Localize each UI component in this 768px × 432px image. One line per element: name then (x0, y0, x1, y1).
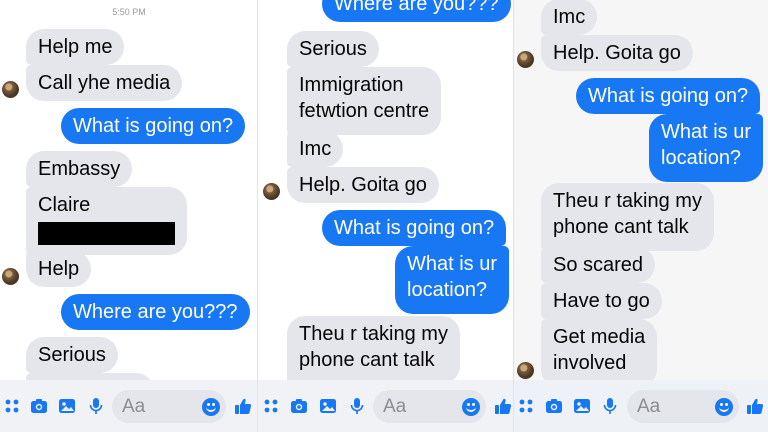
message-incoming[interactable]: Get media involved (541, 319, 658, 387)
message-outgoing[interactable]: What is going on? (61, 108, 246, 144)
message-outgoing[interactable]: Where are you??? (322, 0, 511, 22)
message-text-line: Theu r taking my (299, 323, 448, 345)
emoji-icon[interactable] (202, 398, 220, 416)
gallery-icon[interactable] (319, 397, 337, 415)
apps-icon[interactable] (517, 397, 535, 415)
message-incoming-redacted[interactable]: Claire (26, 187, 187, 255)
microphone-icon[interactable] (348, 397, 366, 415)
contact-avatar[interactable] (2, 81, 19, 98)
message-incoming[interactable]: Theu r taking my phone cant talk (541, 183, 714, 251)
message-incoming[interactable]: Serious (287, 31, 379, 67)
message-composer: Aa (514, 380, 768, 432)
message-input[interactable]: Aa (112, 390, 226, 423)
message-incoming[interactable]: So scared (541, 247, 656, 283)
message-text-line: involved (553, 352, 627, 374)
message-text-line: phone cant talk (299, 349, 435, 371)
message-input[interactable]: Aa (627, 390, 739, 423)
message-composer: Aa (258, 380, 514, 432)
message-text-line: What is ur (407, 253, 498, 275)
contact-avatar[interactable] (2, 268, 19, 285)
camera-icon[interactable] (30, 397, 48, 415)
chat-panel-2: Where are you??? Serious Immigration fet… (258, 0, 514, 432)
message-incoming[interactable]: Help. Goita go (287, 167, 439, 203)
thumbs-up-icon[interactable] (234, 397, 252, 415)
microphone-icon[interactable] (601, 397, 619, 415)
message-incoming[interactable]: Help (26, 251, 92, 287)
message-incoming[interactable]: Embassy (26, 151, 133, 187)
message-input[interactable]: Aa (373, 390, 486, 423)
message-incoming[interactable]: Serious (26, 337, 118, 373)
message-text-line: Get media (553, 326, 646, 348)
message-outgoing[interactable]: What is ur location? (649, 114, 764, 182)
apps-icon[interactable] (262, 397, 280, 415)
message-input-placeholder: Aa (383, 396, 407, 417)
screenshot-collage: 5:50 PM Help me Call yhe media What is g… (0, 0, 768, 432)
message-input-placeholder: Aa (122, 396, 146, 417)
message-incoming[interactable]: Have to go (541, 283, 662, 319)
message-outgoing[interactable]: Where are you??? (61, 294, 250, 330)
message-outgoing[interactable]: What is ur location? (395, 246, 510, 314)
message-text: Claire (38, 194, 91, 216)
apps-icon[interactable] (3, 397, 21, 415)
message-incoming[interactable]: Theu r taking my phone cant talk (287, 316, 460, 384)
gallery-icon[interactable] (58, 397, 76, 415)
message-text-line: location? (407, 279, 488, 301)
message-incoming[interactable]: Help me (26, 29, 125, 65)
contact-avatar[interactable] (517, 51, 534, 68)
chat-panel-3: Imc Help. Goita go What is going on? Wha… (514, 0, 768, 432)
thumbs-up-icon[interactable] (494, 397, 512, 415)
message-incoming[interactable]: Imc (287, 131, 344, 167)
camera-icon[interactable] (290, 397, 308, 415)
timestamp: 5:50 PM (112, 7, 146, 17)
emoji-icon[interactable] (715, 398, 733, 416)
message-incoming[interactable]: Call yhe media (26, 65, 183, 101)
message-text-line: fetwtion centre (299, 100, 430, 122)
message-text-line: phone cant talk (553, 216, 689, 238)
camera-icon[interactable] (545, 397, 563, 415)
message-incoming[interactable]: Immigration fetwtion centre (287, 67, 442, 135)
message-outgoing[interactable]: What is going on? (322, 210, 507, 246)
message-incoming[interactable]: Help. Goita go (541, 35, 693, 71)
message-text-line: Immigration (299, 74, 404, 96)
gallery-icon[interactable] (573, 397, 591, 415)
microphone-icon[interactable] (87, 397, 105, 415)
message-text-line: What is ur (661, 121, 752, 143)
contact-avatar[interactable] (263, 183, 280, 200)
message-composer: Aa (0, 380, 258, 432)
redaction-bar (38, 222, 175, 245)
message-text-line: Theu r taking my (553, 190, 702, 212)
message-outgoing[interactable]: What is going on? (576, 78, 761, 114)
message-text-line: location? (661, 147, 742, 169)
contact-avatar[interactable] (517, 362, 534, 379)
message-incoming[interactable]: Imc (541, 0, 598, 35)
emoji-icon[interactable] (462, 398, 480, 416)
message-input-placeholder: Aa (637, 396, 661, 417)
chat-panel-1: 5:50 PM Help me Call yhe media What is g… (0, 0, 258, 432)
thumbs-up-icon[interactable] (746, 397, 764, 415)
